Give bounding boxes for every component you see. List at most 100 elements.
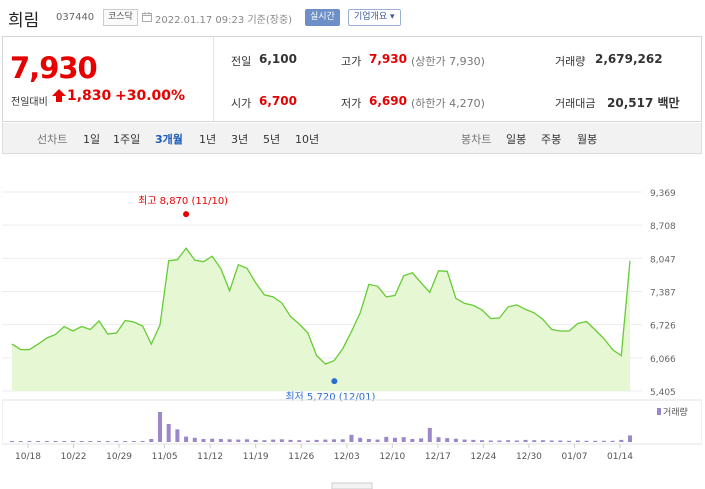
volume-bar: [427, 427, 432, 442]
volume-bar: [227, 439, 232, 442]
low-annotation: 최저 5,720 (12/01): [285, 391, 375, 403]
volume-bar: [567, 440, 572, 442]
scroll-handle[interactable]: [331, 482, 373, 489]
x-axis-ticks: 10/18 10/22 10/29 11/05 11/12 11/19 11/26 12/03…: [15, 444, 633, 462]
volume-bar: [392, 437, 397, 442]
volume-bar: [279, 439, 284, 442]
y-tick-label: 8,708: [650, 222, 676, 232]
calendar-icon: [142, 12, 152, 22]
x-tick-label: 12/03: [334, 452, 360, 462]
volume-bar: [523, 439, 528, 442]
volume-bar: [453, 438, 458, 442]
tab-5y[interactable]: 5년: [263, 131, 280, 147]
volume-bar: [471, 439, 476, 442]
current-price: 7,930: [10, 51, 98, 85]
volume-bar: [436, 437, 441, 442]
price-chart-svg: 9,369 8,708 8,047 7,387 6,726 6,066 5,405 최고 8…: [1, 189, 703, 489]
volume-bar: [340, 439, 345, 442]
tab-monthly[interactable]: 월봉: [577, 131, 597, 147]
change-percent: +30.00%: [115, 88, 186, 104]
volume-bar: [97, 441, 102, 442]
low-value: 6,690: [369, 94, 407, 108]
company-overview-button[interactable]: 기업개요 ▾: [348, 9, 401, 26]
volume-bar: [610, 440, 615, 442]
change-label: 전일대비: [11, 97, 48, 108]
volume-bar: [540, 440, 545, 442]
current-price-panel: 7,930 전일대비 1,830 +30.00%: [3, 37, 214, 121]
volume-bar: [114, 441, 119, 442]
price-summary: 7,930 전일대비 1,830 +30.00% 전일 6,100 고가 7,9…: [2, 36, 702, 122]
volume-bar: [79, 441, 84, 442]
chevron-down-icon: ▾: [390, 12, 395, 22]
x-tick-label: 10/29: [106, 452, 132, 462]
market-badge: 코스닥: [103, 9, 138, 26]
x-tick-label: 10/18: [15, 452, 41, 462]
volume-bar: [332, 439, 337, 442]
tab-1d[interactable]: 1일: [83, 131, 100, 147]
x-tick-label: 11/12: [197, 452, 223, 462]
volume-bar: [53, 441, 58, 442]
tab-daily[interactable]: 일봉: [506, 131, 526, 147]
change-amount: 1,830: [67, 88, 112, 104]
price-chart: 9,369 8,708 8,047 7,387 6,726 6,066 5,405 최고 8…: [1, 154, 703, 489]
volume-bar: [305, 440, 310, 442]
amount-value: 20,517 백만: [607, 96, 680, 110]
chart-period-tabs: 선차트 1일 1주일 3개월 1년 3년 5년 10년 봉차트 일봉 주봉 월봉: [2, 123, 702, 154]
volume-bar: [271, 439, 276, 442]
volume-bar: [497, 440, 502, 442]
tab-1w[interactable]: 1주일: [113, 131, 140, 147]
tab-3y[interactable]: 3년: [231, 131, 248, 147]
realtime-button[interactable]: 실시간: [305, 9, 340, 26]
open-value: 6,700: [259, 94, 297, 108]
x-tick-label: 11/19: [243, 452, 269, 462]
stock-header: 희림 037440 코스닥 2022.01.17 09:23 기준(장중) 실시…: [0, 0, 705, 36]
amount-label: 거래대금: [555, 97, 596, 110]
volume-bar: [253, 439, 258, 442]
volume-bar: [419, 438, 424, 442]
volume-bar: [575, 440, 580, 442]
stock-name[interactable]: 희림: [8, 6, 39, 31]
volume-bar: [558, 440, 563, 442]
volume-bar: [192, 437, 197, 442]
x-tick-label: 11/26: [288, 452, 314, 462]
volume-bar: [201, 439, 206, 442]
tab-weekly[interactable]: 주봉: [541, 131, 561, 147]
x-tick-label: 10/22: [61, 452, 87, 462]
volume-bar: [245, 439, 250, 442]
volume-bar: [70, 441, 75, 442]
x-tick-label: 12/17: [425, 452, 451, 462]
volume-bar: [10, 441, 14, 442]
tab-10y[interactable]: 10년: [295, 131, 319, 147]
x-tick-label: 11/05: [152, 452, 178, 462]
y-tick-label: 7,387: [650, 289, 676, 299]
high-marker: [183, 211, 190, 218]
volume-bar: [488, 440, 493, 442]
y-tick-label: 9,369: [650, 189, 676, 199]
y-axis-ticks: 9,369 8,708 8,047 7,387 6,726 6,066 5,405: [650, 189, 676, 398]
x-tick-label: 12/10: [379, 452, 405, 462]
volume-bar: [480, 440, 485, 442]
volume-bar: [366, 439, 371, 442]
volume-bar: [184, 436, 189, 442]
volume-bar: [149, 439, 154, 442]
volume-bar: [584, 440, 589, 442]
open-label: 시가: [231, 97, 252, 110]
stock-code: 037440: [56, 12, 95, 23]
volume-bar: [401, 437, 406, 442]
up-arrow-icon: [52, 89, 66, 102]
tab-3m[interactable]: 3개월: [155, 131, 183, 147]
volume-bar: [27, 441, 32, 442]
high-value: 7,930: [369, 52, 407, 66]
volume-bar: [549, 440, 554, 442]
tab-1y[interactable]: 1년: [199, 131, 216, 147]
volume-bar: [166, 424, 171, 442]
x-tick-label: 01/07: [561, 452, 587, 462]
lower-limit: (하한가 4,270): [411, 97, 485, 110]
volume-bar: [532, 440, 537, 442]
volume-bar: [123, 441, 128, 442]
volume-legend-swatch: [657, 408, 661, 415]
upper-limit: (상한가 7,930): [411, 55, 485, 68]
x-tick-label: 12/24: [470, 452, 496, 462]
y-tick-label: 8,047: [650, 255, 676, 265]
line-chart-label: 선차트: [37, 133, 68, 146]
